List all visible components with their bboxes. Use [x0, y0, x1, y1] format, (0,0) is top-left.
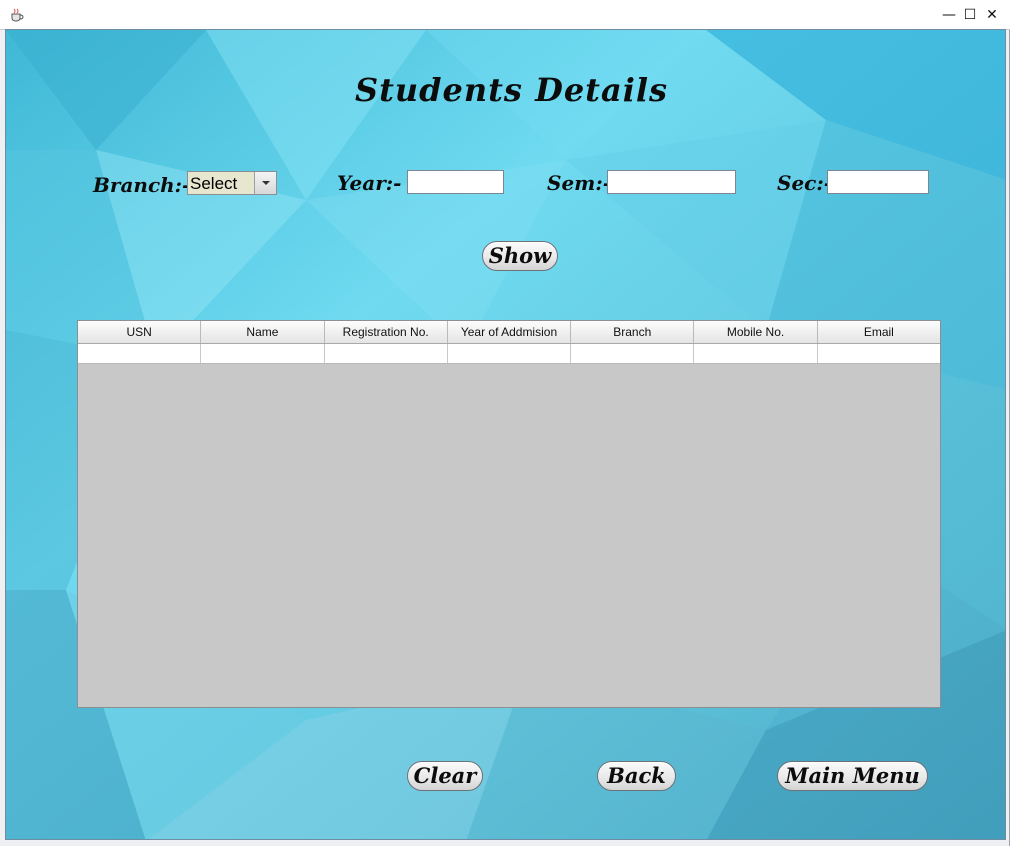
main-menu-button[interactable]: Main Menu: [777, 761, 928, 791]
sem-input[interactable]: [607, 170, 736, 194]
column-header[interactable]: Name: [201, 321, 325, 343]
branch-select[interactable]: Select: [187, 171, 277, 195]
column-header[interactable]: Registration No.: [325, 321, 448, 343]
table-cell[interactable]: [201, 344, 325, 363]
column-header[interactable]: Email: [818, 321, 940, 343]
page-title: Students Details: [354, 71, 669, 109]
sem-label: Sem:-: [547, 171, 612, 195]
table-row[interactable]: [78, 344, 940, 364]
branch-select-value: Select: [190, 174, 238, 193]
column-header[interactable]: Branch: [571, 321, 695, 343]
column-header[interactable]: Year of Addmision: [448, 321, 572, 343]
clear-button[interactable]: Clear: [407, 761, 483, 791]
year-input[interactable]: [407, 170, 504, 194]
table-header: USN Name Registration No. Year of Addmision…: [78, 321, 940, 344]
maximize-icon[interactable]: ☐: [962, 7, 978, 23]
app-window: — ☐ ✕ Students Details Branch:- Select Y…: [0, 0, 1010, 846]
column-header[interactable]: USN: [78, 321, 202, 343]
close-icon[interactable]: ✕: [984, 7, 1000, 23]
table-cell[interactable]: [571, 344, 695, 363]
table-cell[interactable]: [694, 344, 818, 363]
minimize-icon[interactable]: —: [941, 7, 957, 23]
sec-label: Sec:-: [777, 171, 833, 195]
chevron-down-icon[interactable]: [254, 172, 276, 194]
java-coffee-cup-icon: [11, 8, 24, 22]
table-cell[interactable]: [325, 344, 448, 363]
students-table[interactable]: USN Name Registration No. Year of Addmision…: [77, 320, 941, 708]
back-button[interactable]: Back: [597, 761, 676, 791]
table-cell[interactable]: [448, 344, 572, 363]
title-bar[interactable]: — ☐ ✕: [0, 0, 1010, 30]
sec-input[interactable]: [827, 170, 929, 194]
table-cell[interactable]: [78, 344, 202, 363]
students-details-panel: Students Details Branch:- Select Year:- …: [5, 29, 1006, 840]
column-header[interactable]: Mobile No.: [694, 321, 818, 343]
branch-label: Branch:-: [93, 173, 191, 197]
show-button[interactable]: Show: [482, 241, 558, 271]
year-label: Year:-: [337, 171, 402, 195]
table-cell[interactable]: [818, 344, 940, 363]
background-window-strip: [360, 0, 1010, 6]
